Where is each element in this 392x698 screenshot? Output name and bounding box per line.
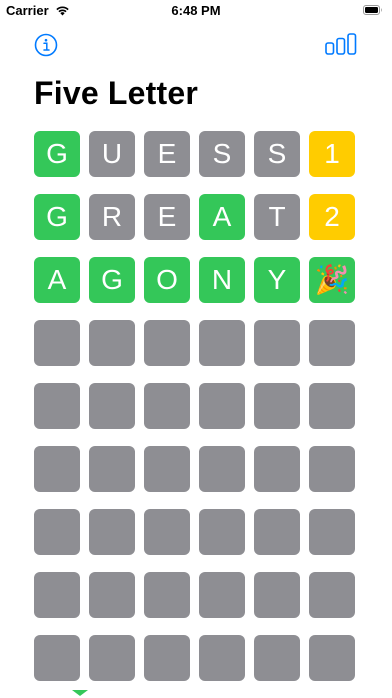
empty-tile (89, 320, 135, 366)
empty-tile (34, 509, 80, 555)
empty-tile (89, 509, 135, 555)
letter-tile: O (144, 257, 190, 303)
empty-tile (34, 446, 80, 492)
empty-tile (89, 446, 135, 492)
match-count-tile: 2 (309, 194, 355, 240)
battery-icon (363, 5, 382, 15)
letter-tile: Y (254, 257, 300, 303)
party-popper-icon: 🎉 (314, 264, 350, 295)
letter-tile: A (199, 194, 245, 240)
tile-letter: R (101, 201, 123, 232)
tile-letter: N (211, 264, 233, 295)
tile-letter: S (212, 138, 232, 169)
empty-tile (89, 572, 135, 618)
match-count: 1 (324, 138, 340, 169)
empty-tile (199, 446, 245, 492)
empty-tile (144, 572, 190, 618)
empty-tile (144, 509, 190, 555)
empty-tile (199, 572, 245, 618)
letter-tile: E (144, 131, 190, 177)
stats-button[interactable] (325, 33, 357, 55)
empty-tile (309, 635, 355, 681)
bar-chart-icon (325, 33, 357, 55)
letter-tile: R (89, 194, 135, 240)
empty-tile (254, 572, 300, 618)
tile-letter: O (156, 264, 178, 295)
letter-tile: N (199, 257, 245, 303)
empty-tile (199, 383, 245, 429)
letter-tile: A (34, 257, 80, 303)
page-title: Five Letter (34, 75, 199, 111)
empty-tile (144, 383, 190, 429)
empty-tile (254, 320, 300, 366)
empty-tile (199, 320, 245, 366)
status-time: 6:48 PM (171, 3, 221, 18)
letter-tile: G (89, 257, 135, 303)
letter-tile: S (199, 131, 245, 177)
empty-tile (309, 509, 355, 555)
empty-tile (34, 383, 80, 429)
tile-letter: S (267, 138, 287, 169)
guess-row (34, 572, 358, 618)
tile-letter: G (46, 201, 68, 232)
letter-tile: U (89, 131, 135, 177)
guess-row: A G O N Y 🎉 (34, 257, 358, 303)
empty-tile (309, 446, 355, 492)
match-count-tile: 1 (309, 131, 355, 177)
tile-letter: A (212, 201, 232, 232)
letter-tile: E (144, 194, 190, 240)
empty-tile (34, 635, 80, 681)
letter-tile: T (254, 194, 300, 240)
guess-row (34, 509, 358, 555)
guess-row (34, 320, 358, 366)
tile-letter: G (101, 264, 123, 295)
tile-letter: G (46, 138, 68, 169)
empty-tile (254, 446, 300, 492)
empty-tile (254, 383, 300, 429)
tile-letter: Y (267, 264, 287, 295)
game-board: G U E S S 1 G R E A T 2 A G O N Y 🎉 (34, 131, 358, 698)
empty-tile (199, 635, 245, 681)
empty-tile (144, 446, 190, 492)
empty-tile (89, 383, 135, 429)
status-bar: Carrier 6:48 PM (0, 0, 392, 24)
letter-tile: G (34, 131, 80, 177)
tile-letter: E (157, 201, 177, 232)
tile-letter: T (268, 201, 286, 232)
empty-tile (144, 635, 190, 681)
empty-tile (34, 320, 80, 366)
guess-row (34, 635, 358, 681)
empty-tile (309, 320, 355, 366)
tile-letter: E (157, 138, 177, 169)
scroll-indicator (72, 690, 88, 696)
letter-tile: S (254, 131, 300, 177)
guess-row (34, 446, 358, 492)
guess-row (34, 383, 358, 429)
empty-tile (309, 572, 355, 618)
empty-tile (199, 509, 245, 555)
match-count: 2 (324, 201, 340, 232)
solved-tile: 🎉 (309, 257, 355, 303)
empty-tile (34, 572, 80, 618)
guess-row: G U E S S 1 (34, 131, 358, 177)
tile-letter: A (47, 264, 67, 295)
tile-letter: U (101, 138, 123, 169)
guess-row: G R E A T 2 (34, 194, 358, 240)
empty-tile (254, 635, 300, 681)
empty-tile (144, 320, 190, 366)
empty-tile (89, 635, 135, 681)
info-button[interactable] (34, 33, 58, 57)
empty-tile (309, 383, 355, 429)
info-circle-icon (34, 33, 58, 57)
letter-tile: G (34, 194, 80, 240)
empty-tile (254, 509, 300, 555)
